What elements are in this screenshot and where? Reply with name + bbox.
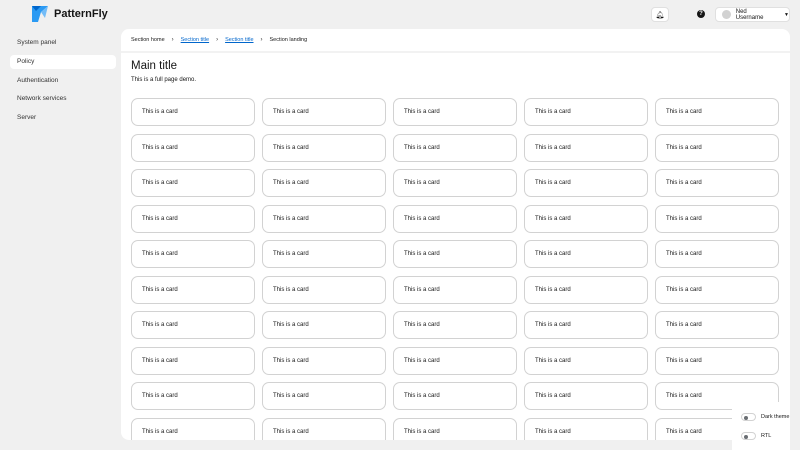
card[interactable]: This is a card xyxy=(655,240,779,268)
card[interactable]: This is a card xyxy=(524,417,648,440)
help-icon[interactable]: ? xyxy=(697,10,705,18)
card[interactable]: This is a card xyxy=(262,417,386,440)
chevron-right-icon: › xyxy=(171,37,174,43)
card[interactable]: This is a card xyxy=(655,98,779,126)
sidebar-item[interactable]: System panel xyxy=(10,36,116,50)
caret-down-icon: ▼ xyxy=(784,11,789,18)
card[interactable]: This is a card xyxy=(524,240,648,268)
card[interactable]: This is a card xyxy=(262,169,386,197)
dark-theme-label: Dark theme xyxy=(761,414,790,420)
dark-theme-toggle[interactable]: Dark theme xyxy=(741,413,789,421)
card[interactable]: This is a card xyxy=(131,311,255,339)
card[interactable]: This is a card xyxy=(131,133,255,162)
page-subtitle: This is a full page demo. xyxy=(131,77,197,83)
card[interactable]: This is a card xyxy=(131,204,255,233)
card[interactable]: This is a card xyxy=(655,169,779,197)
card[interactable]: This is a card xyxy=(393,275,517,304)
card[interactable]: This is a card xyxy=(131,382,255,410)
card[interactable]: This is a card xyxy=(131,346,255,375)
card[interactable]: This is a card xyxy=(131,169,255,197)
page-title: Main title xyxy=(131,60,178,72)
card[interactable]: This is a card xyxy=(524,98,648,126)
brand-name: PatternFly xyxy=(54,8,108,20)
card[interactable]: This is a card xyxy=(393,311,517,339)
card[interactable]: This is a card xyxy=(393,382,517,410)
card[interactable]: This is a card xyxy=(393,133,517,162)
card[interactable]: This is a card xyxy=(655,204,779,233)
card-grid: This is a card This is a card This is a ca… xyxy=(131,98,779,440)
card[interactable]: This is a card xyxy=(393,204,517,233)
notifications-button[interactable]: 🔔︎ xyxy=(651,7,669,22)
sidebar-item[interactable]: Network services xyxy=(10,92,116,106)
breadcrumb: Section home › Section title › Section tit… xyxy=(121,29,790,53)
breadcrumb-item[interactable]: Section home xyxy=(131,37,165,43)
card[interactable]: This is a card xyxy=(262,204,386,233)
card[interactable]: This is a card xyxy=(131,275,255,304)
card[interactable]: This is a card xyxy=(524,346,648,375)
card[interactable]: This is a card xyxy=(131,417,255,440)
avatar xyxy=(722,10,731,19)
card[interactable]: This is a card xyxy=(655,311,779,339)
sidebar-nav: System panel Policy Authentication Network … xyxy=(10,36,116,130)
card[interactable]: This is a card xyxy=(131,240,255,268)
sidebar-item[interactable]: Policy xyxy=(10,54,116,69)
chevron-right-icon: › xyxy=(260,37,263,43)
patternfly-logo-icon xyxy=(32,6,48,22)
breadcrumb-link[interactable]: Section title xyxy=(225,37,253,43)
card[interactable]: This is a card xyxy=(655,275,779,304)
rtl-label: RTL xyxy=(761,433,772,439)
card[interactable]: This is a card xyxy=(262,346,386,375)
card[interactable]: This is a card xyxy=(524,311,648,339)
switch[interactable] xyxy=(741,432,756,440)
bell-icon: 🔔︎ xyxy=(655,11,665,19)
card[interactable]: This is a card xyxy=(262,240,386,268)
main-content: Section home › Section title › Section tit… xyxy=(121,29,790,440)
brand-logo[interactable]: PatternFly xyxy=(32,6,108,22)
card[interactable]: This is a card xyxy=(524,204,648,233)
card[interactable]: This is a card xyxy=(393,98,517,126)
card[interactable]: This is a card xyxy=(262,382,386,410)
chevron-right-icon: › xyxy=(216,37,219,43)
user-name: Ned Username xyxy=(735,8,764,21)
card[interactable]: This is a card xyxy=(262,275,386,304)
card[interactable]: This is a card xyxy=(131,98,255,126)
card[interactable]: This is a card xyxy=(524,275,648,304)
card[interactable]: This is a card xyxy=(262,98,386,126)
card[interactable]: This is a card xyxy=(262,311,386,339)
switch[interactable] xyxy=(741,413,756,421)
card[interactable]: This is a card xyxy=(262,133,386,162)
card[interactable]: This is a card xyxy=(393,346,517,375)
user-menu-toggle[interactable]: Ned Username ▼ xyxy=(715,7,790,22)
card[interactable]: This is a card xyxy=(393,169,517,197)
theme-panel: Dark theme RTL xyxy=(732,402,790,450)
card[interactable]: This is a card xyxy=(524,382,648,410)
sidebar-item[interactable]: Authentication xyxy=(10,74,116,88)
card[interactable]: This is a card xyxy=(524,133,648,162)
card[interactable]: This is a card xyxy=(393,240,517,268)
card[interactable]: This is a card xyxy=(393,417,517,440)
rtl-toggle[interactable]: RTL xyxy=(741,432,771,440)
card[interactable]: This is a card xyxy=(655,346,779,375)
breadcrumb-link[interactable]: Section title xyxy=(181,37,209,43)
card[interactable]: This is a card xyxy=(524,169,648,197)
card[interactable]: This is a card xyxy=(655,133,779,162)
sidebar-item[interactable]: Server xyxy=(10,111,116,125)
breadcrumb-current: Section landing xyxy=(269,37,308,43)
